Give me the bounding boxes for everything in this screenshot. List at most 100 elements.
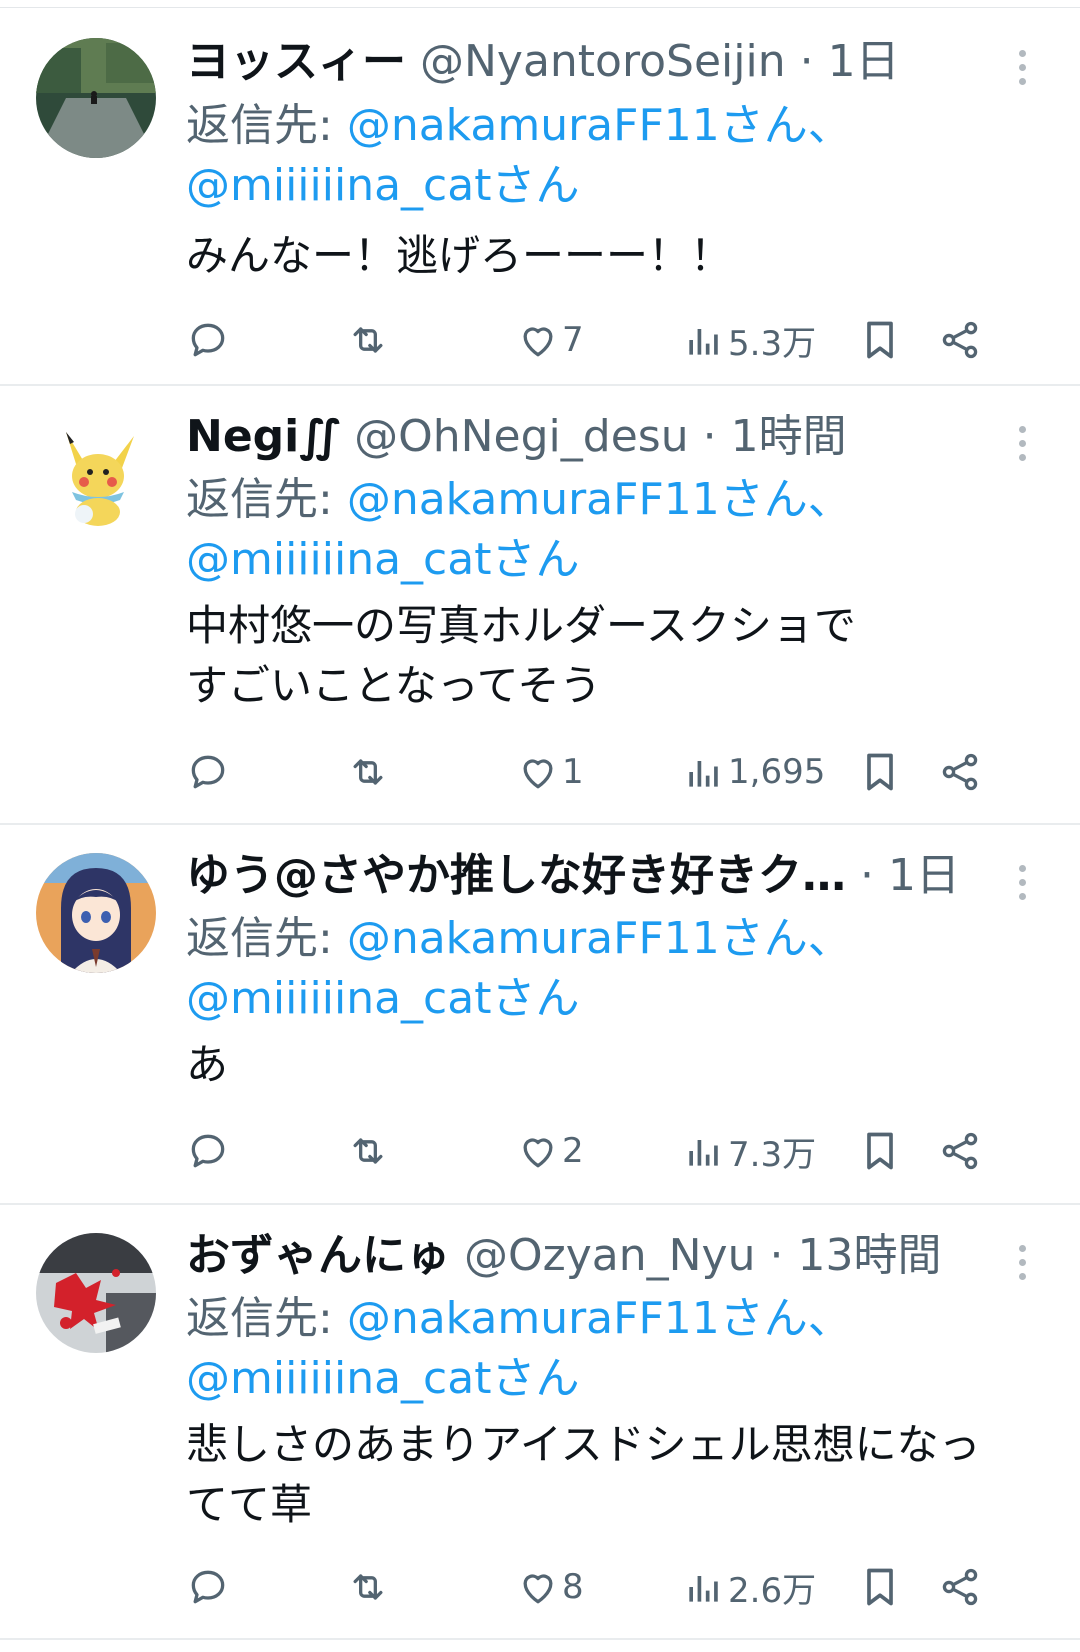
timestamp[interactable]: 1日 [888,850,960,901]
like-count: 1 [562,752,584,792]
separator-dot: · [769,1230,784,1281]
timeline: ヨッスィー @NyantoroSeijin · 1日 返信先: @nakamur… [0,0,1080,1640]
heart-icon [523,1138,553,1168]
mention-link[interactable]: @miiiiiina_catさん [186,1353,579,1404]
night-street-cat-avatar-icon [36,38,156,158]
separator-dot: · [860,850,874,901]
reply-to-line: 返信先: @nakamuraFF11さん、 [186,470,852,530]
author-handle[interactable]: @NyantoroSeijin [420,36,786,87]
like-button[interactable]: 8 [516,1557,584,1617]
more-options-icon[interactable] [1012,50,1032,90]
tweet-text: あ [186,1040,229,1089]
view-count: 5.3万 [728,323,817,364]
mention-link[interactable]: @nakamuraFF11さん、 [347,100,852,151]
anime-girl-avatar-icon [36,853,156,973]
reply-to-line: @miiiiiina_catさん [186,1349,579,1409]
tweet-text: みんなー！逃げろーーー！！ [186,231,733,280]
like-count: 2 [562,1131,584,1171]
share-button[interactable] [938,1121,982,1181]
views-button[interactable]: 1,695 [682,742,825,802]
retweet-button[interactable] [346,1557,390,1617]
retweet-icon [353,759,383,785]
retweet-button[interactable] [346,742,390,802]
reply-to-line: 返信先: @nakamuraFF11さん、 [186,1289,852,1349]
views-button[interactable]: 2.6万 [682,1557,816,1617]
avatar[interactable] [36,853,156,973]
mention-link[interactable]: @miiiiiina_catさん [186,160,579,211]
action-bar: 1 1,695 [186,742,1026,802]
mention-link[interactable]: @nakamuraFF11さん、 [347,1293,852,1344]
reply-icon [191,1134,225,1168]
retweet-icon [353,1574,383,1600]
more-options-icon[interactable] [1012,1245,1032,1285]
tweet[interactable]: ゆう@さやか推しな好き好きク… · 1日 返信先: @nakamuraFF11さ… [0,825,1080,1205]
mention-link[interactable]: @miiiiiina_catさん [186,534,579,585]
share-icon [942,1568,978,1606]
tweet-text: 悲しさのあまりアイスドシェル思想になっ てて草 [186,1420,981,1529]
mention-link[interactable]: @nakamuraFF11さん、 [347,474,852,525]
tweet[interactable]: ヨッスィー @NyantoroSeijin · 1日 返信先: @nakamur… [0,8,1080,386]
view-count: 1,695 [728,752,826,792]
bar-chart-icon [689,1140,718,1166]
bar-chart-icon [689,329,718,355]
timestamp[interactable]: 13時間 [797,1230,941,1281]
bookmark-button[interactable] [858,742,902,802]
bookmark-icon [867,321,893,359]
reply-prefix: 返信先: [186,1293,347,1344]
like-count: 7 [562,320,584,360]
tweet-text: 中村悠一の写真ホルダースクショで すごいことなってそう [186,601,856,710]
views-button[interactable]: 5.3万 [682,310,816,370]
author-name[interactable]: ヨッスィー [186,36,406,87]
reply-icon [191,1570,225,1604]
views-button[interactable]: 7.3万 [682,1121,816,1181]
retweet-icon [353,327,383,353]
like-button[interactable]: 7 [516,310,584,370]
share-icon [942,1132,978,1170]
more-options-icon[interactable] [1012,865,1032,905]
avatar[interactable] [36,38,156,158]
reply-button[interactable] [186,1557,230,1617]
reply-prefix: 返信先: [186,913,347,964]
timestamp[interactable]: 1時間 [731,411,847,462]
avatar[interactable] [36,1233,156,1353]
tweet[interactable]: Negi∬ @OhNegi_desu · 1時間 返信先: @nakamuraF… [0,386,1080,825]
bookmark-button[interactable] [858,1557,902,1617]
mention-link[interactable]: @nakamuraFF11さん、 [347,913,852,964]
reply-icon [191,755,225,789]
author-name[interactable]: おずゃんにゅ [186,1230,450,1281]
retweet-button[interactable] [346,1121,390,1181]
avatar[interactable] [36,414,156,534]
share-button[interactable] [938,310,982,370]
author-handle[interactable]: @OhNegi_desu [354,411,688,462]
like-button[interactable]: 2 [516,1121,584,1181]
share-button[interactable] [938,1557,982,1617]
action-bar: 7 5.3万 [186,310,1026,370]
like-button[interactable]: 1 [516,742,584,802]
red-splash-art-avatar-icon [36,1233,156,1353]
author-name[interactable]: Negi∬ [186,411,340,462]
heart-icon [523,327,553,357]
action-bar: 2 7.3万 [186,1121,1026,1181]
heart-icon [523,1574,553,1604]
tweet[interactable]: おずゃんにゅ @Ozyan_Nyu · 13時間 返信先: @nakamuraF… [0,1205,1080,1640]
heart-icon [523,759,553,789]
author-handle[interactable]: @Ozyan_Nyu [464,1230,755,1281]
reply-button[interactable] [186,310,230,370]
bookmark-button[interactable] [858,1121,902,1181]
share-button[interactable] [938,742,982,802]
timestamp[interactable]: 1日 [828,36,900,87]
view-count: 7.3万 [728,1134,817,1175]
reply-to-line: @miiiiiina_catさん [186,530,579,590]
bookmark-button[interactable] [858,310,902,370]
mention-link[interactable]: @miiiiiina_catさん [186,973,579,1024]
separator-dot: · [702,411,717,462]
reply-icon [191,323,225,357]
retweet-icon [353,1138,383,1164]
more-options-icon[interactable] [1012,426,1032,466]
author-name[interactable]: ゆう@さやか推しな好き好きク… [186,850,846,901]
reply-to-line: 返信先: @nakamuraFF11さん、 [186,909,852,969]
reply-button[interactable] [186,1121,230,1181]
retweet-button[interactable] [346,310,390,370]
reply-button[interactable] [186,742,230,802]
action-bar: 8 2.6万 [186,1557,1026,1617]
